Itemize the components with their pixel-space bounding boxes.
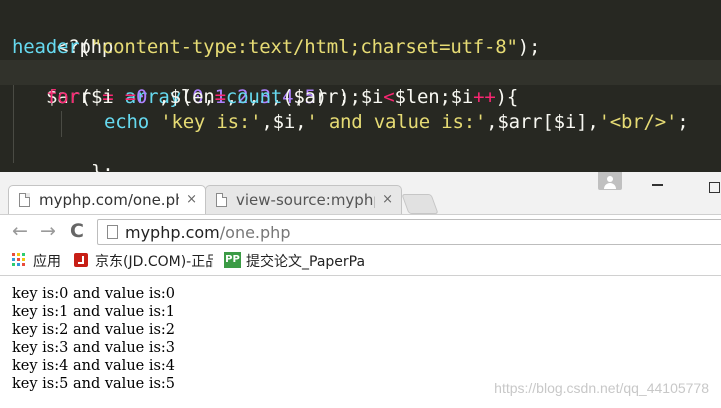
tab-strip: myphp.com/one.php × view-source:myphp.co… <box>0 172 721 214</box>
apps-icon[interactable] <box>12 253 26 267</box>
string-literal: '<br/>' <box>598 111 678 133</box>
string-literal: ' and value is:' <box>306 111 487 133</box>
code-text: ,$len <box>147 86 215 108</box>
number-literal: 0 <box>135 86 148 108</box>
page-icon <box>216 193 227 207</box>
for-keyword: for <box>46 86 80 108</box>
tab-label: myphp.com/one.php <box>39 191 179 209</box>
tab-view-source[interactable]: view-source:myphp.com/one.php × <box>205 185 402 214</box>
code-line-4: for($i =0 ,$len=count($arr);$i<$len;$i++… <box>46 85 518 110</box>
page-icon <box>19 193 30 207</box>
url-path: /one.php <box>219 223 291 242</box>
close-icon[interactable]: × <box>186 186 197 214</box>
watermark: https://blog.csdn.net/qq_44105778 <box>494 380 709 396</box>
code-line-5: echo 'key is:',$i,' and value is:',$arr[… <box>104 110 689 135</box>
assign-operator: = <box>214 86 226 108</box>
closing-brace: }; <box>90 161 114 172</box>
maximize-icon[interactable] <box>709 182 720 193</box>
output-line: key is:0 and value is:0 <box>12 286 176 302</box>
code-line-2: header("content-type:text/html;charset=u… <box>12 35 540 60</box>
new-tab-button[interactable] <box>401 194 439 214</box>
indent-guide <box>61 111 62 137</box>
tab-one-php[interactable]: myphp.com/one.php × <box>8 185 206 214</box>
header-function: header <box>12 36 80 58</box>
url-text[interactable]: myphp.com/one.php <box>125 220 290 245</box>
minimize-icon[interactable] <box>652 184 663 186</box>
code-line-1: <?php <box>12 10 113 58</box>
page-content: key is:0 and value is:0 key is:1 and val… <box>0 276 721 408</box>
tab-label: view-source:myphp.com/one.php <box>236 191 375 209</box>
close-icon[interactable]: × <box>382 186 393 214</box>
forward-icon[interactable]: → <box>40 220 56 242</box>
paperpass-logo-icon: PP <box>224 252 241 268</box>
output-line: key is:3 and value is:3 <box>12 340 176 356</box>
echo-keyword: echo <box>104 111 149 133</box>
code-text: ($arr);$i <box>282 86 384 108</box>
output-line: key is:1 and value is:1 <box>12 304 176 320</box>
reload-icon[interactable]: C <box>70 220 84 242</box>
output-line: key is:4 and value is:4 <box>12 358 176 374</box>
bookmark-paperpass[interactable]: 提交论文_PaperPass <box>246 252 364 272</box>
user-profile-icon[interactable] <box>598 172 622 190</box>
bookmark-apps[interactable]: 应用 <box>33 252 61 272</box>
output-line: key is:5 and value is:5 <box>12 376 176 392</box>
code-text: $len;$i <box>394 86 474 108</box>
string-literal: "content-type:text/html;charset=utf-8" <box>90 36 518 58</box>
back-icon[interactable]: ← <box>12 220 28 242</box>
assign-operator: = <box>124 86 136 108</box>
code-text: ){ <box>495 86 519 108</box>
increment-operator: ++ <box>473 86 496 108</box>
bookmark-jd[interactable]: 京东(JD.COM)-正品低价 <box>95 252 213 272</box>
string-literal: 'key is:' <box>160 111 262 133</box>
code-line-3: $arr = array(0,1,2,3,4,5) ; <box>0 60 721 108</box>
count-function: count <box>225 86 283 108</box>
page-icon <box>107 225 118 239</box>
address-bar[interactable]: myphp.com/one.php <box>97 219 721 245</box>
code-editor[interactable]: <?php header("content-type:text/html;cha… <box>0 0 721 172</box>
browser-toolbar: ← → C myphp.com/one.php <box>0 214 721 248</box>
url-host: myphp.com <box>125 223 220 242</box>
code-line-6: }; <box>46 135 114 172</box>
less-than-operator: < <box>383 86 395 108</box>
code-text: ,$arr[$i], <box>486 111 599 133</box>
bookmarks-bar: 应用 京东(JD.COM)-正品低价 PP 提交论文_PaperPass <box>0 248 721 276</box>
jd-logo-icon <box>74 253 88 267</box>
code-text: ($i <box>79 86 125 108</box>
code-text: ; <box>677 111 689 133</box>
output-line: key is:2 and value is:2 <box>12 322 176 338</box>
browser-window: myphp.com/one.php × view-source:myphp.co… <box>0 172 721 408</box>
paren: ); <box>517 36 541 58</box>
code-text: ,$i, <box>261 111 307 133</box>
paren: ( <box>79 36 91 58</box>
